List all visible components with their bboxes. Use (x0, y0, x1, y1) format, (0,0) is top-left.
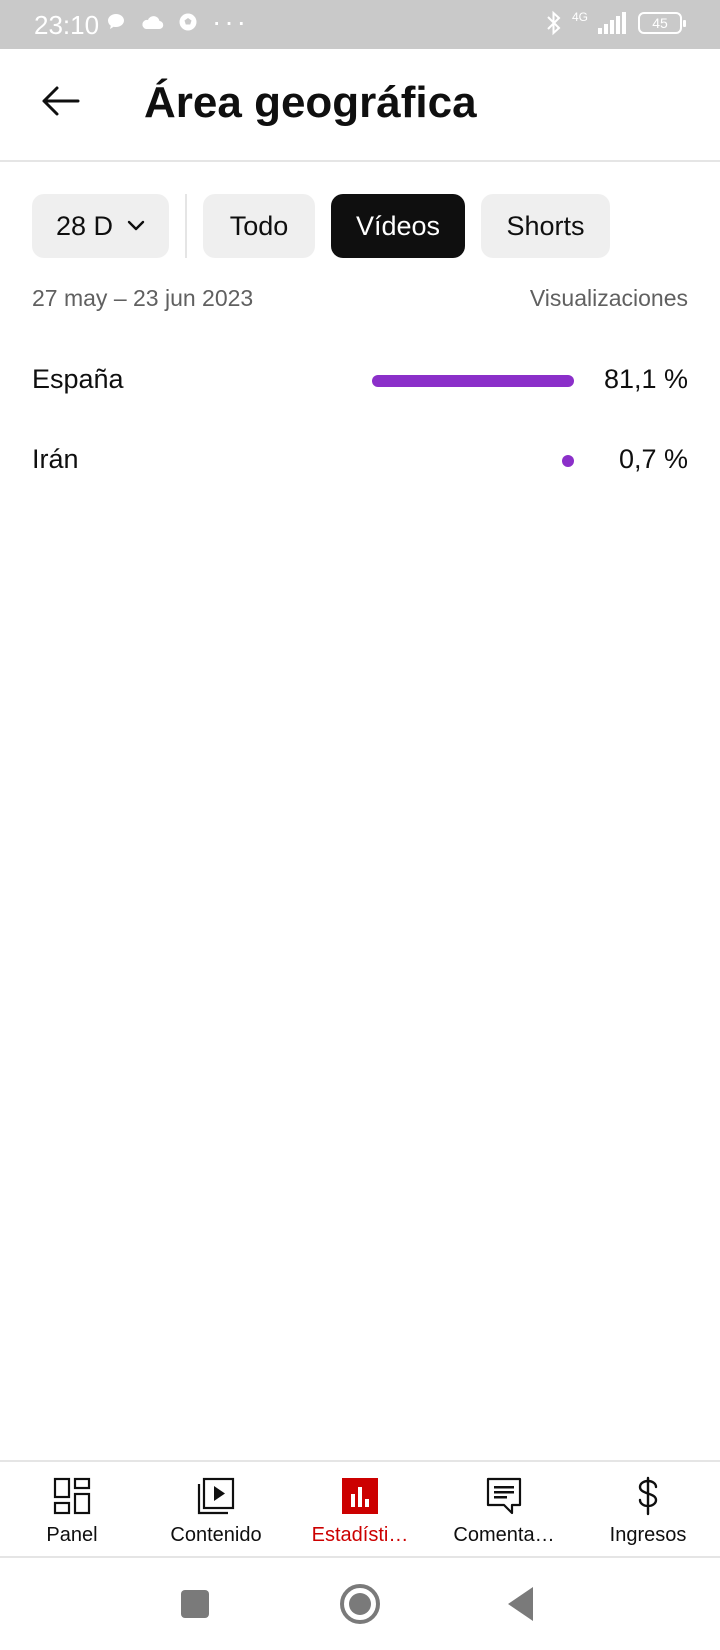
nav-item-panel[interactable]: Panel (0, 1462, 144, 1558)
chip-all[interactable]: Todo (203, 194, 315, 258)
content-icon (197, 1477, 235, 1515)
recents-icon[interactable] (171, 1580, 219, 1628)
nav-label: Contenido (170, 1524, 262, 1546)
metric-label: Visualizaciones (529, 285, 688, 311)
comments-icon (486, 1477, 522, 1515)
share-bar (562, 455, 574, 467)
range-row: 27 may – 23 jun 2023 Visualizaciones (32, 285, 688, 319)
share-bar-track (372, 455, 574, 467)
page-title: Área geográfica (144, 78, 477, 127)
app-bar: Área geográfica (0, 49, 720, 162)
share-value: 0,7 % (618, 444, 688, 474)
period-dropdown[interactable]: 28 D (32, 194, 169, 258)
signal-icon (598, 12, 626, 34)
chip-shorts[interactable]: Shorts (481, 194, 610, 258)
dollar-icon (638, 1476, 658, 1516)
nav-item-analytics[interactable]: Estadísti… (288, 1462, 432, 1558)
period-label: 28 D (55, 210, 114, 241)
chip-videos[interactable]: Vídeos (331, 194, 465, 258)
nav-item-comments[interactable]: Comenta… (432, 1462, 576, 1558)
filter-chips: 28 D Todo Vídeos Shorts (32, 194, 692, 258)
bottom-nav: Panel Contenido Estadísti… Comenta… Ingr… (0, 1460, 720, 1558)
back-triangle-icon[interactable] (500, 1580, 548, 1628)
share-bar-track (372, 375, 574, 387)
bluetooth-icon (547, 10, 561, 36)
nav-label: Estadísti… (311, 1524, 409, 1546)
home-icon[interactable] (336, 1580, 384, 1628)
chevron-down-icon (127, 220, 145, 231)
soccer-ball-icon (179, 13, 197, 31)
geo-row: Irán 0,7 % (32, 436, 688, 486)
nav-label: Ingresos (609, 1524, 687, 1546)
nav-label: Comenta… (453, 1524, 555, 1546)
nav-item-earnings[interactable]: Ingresos (576, 1462, 720, 1558)
chip-divider (185, 194, 187, 258)
notification-icons (106, 12, 198, 32)
network-type: 4G (571, 10, 588, 24)
arrow-left-icon (42, 86, 80, 116)
system-nav-bar (0, 1558, 720, 1650)
share-value: 81,1 % (603, 364, 688, 394)
status-bar: 23:10 ··· 4G 45 (0, 0, 720, 49)
back-button[interactable] (30, 73, 90, 129)
nav-label: Panel (46, 1524, 98, 1546)
nav-item-content[interactable]: Contenido (144, 1462, 288, 1558)
geo-row: España 81,1 % (32, 356, 688, 406)
chat-bubble-icon (108, 14, 124, 29)
cloud-icon (142, 16, 164, 30)
date-range: 27 may – 23 jun 2023 (32, 285, 254, 311)
dashboard-icon (53, 1477, 91, 1515)
status-time: 23:10 (34, 10, 100, 40)
analytics-icon (342, 1478, 378, 1514)
country-name: España (32, 364, 124, 394)
share-bar (372, 375, 574, 387)
system-status: 4G 45 (546, 10, 686, 36)
battery-icon: 45 (638, 12, 686, 34)
country-name: Irán (32, 444, 79, 474)
more-dots-icon: ··· (212, 6, 249, 37)
